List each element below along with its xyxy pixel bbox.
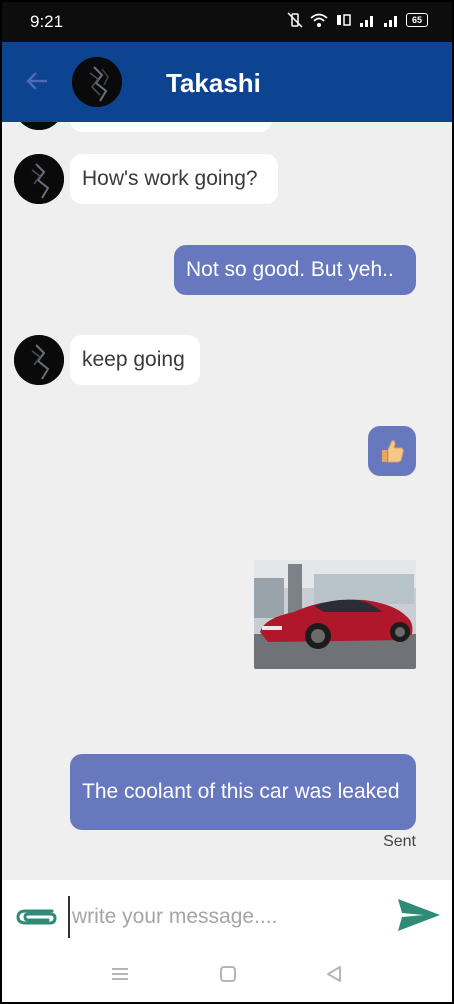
contact-avatar[interactable] xyxy=(72,57,122,107)
message-bubble-incoming: How's work going? xyxy=(70,154,278,204)
thumbs-up-icon xyxy=(382,440,404,463)
phone-screen: 9:21 65 Takashi How's work going? Not so… xyxy=(2,2,452,1002)
menu-icon[interactable] xyxy=(110,964,130,984)
home-icon[interactable] xyxy=(218,964,238,984)
status-time: 9:21 xyxy=(30,12,64,31)
contact-avatar-small xyxy=(14,154,64,204)
battery-icon: 65 xyxy=(406,13,428,27)
message-image[interactable] xyxy=(254,560,416,669)
status-bar: 9:21 65 xyxy=(2,2,452,42)
send-icon[interactable] xyxy=(396,896,442,934)
message-bubble-outgoing: Not so good. But yeh.. xyxy=(174,245,416,295)
system-nav-bar xyxy=(2,950,452,1002)
paperclip-icon[interactable] xyxy=(12,900,58,930)
message-status: Sent xyxy=(383,833,416,850)
arrow-left-icon[interactable] xyxy=(24,68,50,94)
vibrate-off-icon xyxy=(287,12,303,28)
chat-header: Takashi xyxy=(2,42,452,122)
message-bubble-incoming: keep going xyxy=(70,335,200,385)
contact-avatar-small xyxy=(14,122,64,130)
contact-name: Takashi xyxy=(166,68,261,98)
message-bubble-incoming-cut xyxy=(70,122,272,132)
wifi-icon xyxy=(310,13,328,27)
contact-avatar-small xyxy=(14,335,64,385)
volte-icon xyxy=(337,14,351,26)
signal-icon-2 xyxy=(384,16,397,27)
message-bubble-emoji xyxy=(368,426,416,476)
composer xyxy=(2,880,452,950)
message-list[interactable]: How's work going? Not so good. But yeh..… xyxy=(2,122,452,880)
status-icons: 65 xyxy=(286,11,428,29)
back-nav-icon[interactable] xyxy=(324,964,344,984)
message-input[interactable] xyxy=(68,896,384,938)
message-bubble-outgoing: The coolant of this car was leaked xyxy=(70,754,416,830)
signal-icon xyxy=(360,16,373,27)
